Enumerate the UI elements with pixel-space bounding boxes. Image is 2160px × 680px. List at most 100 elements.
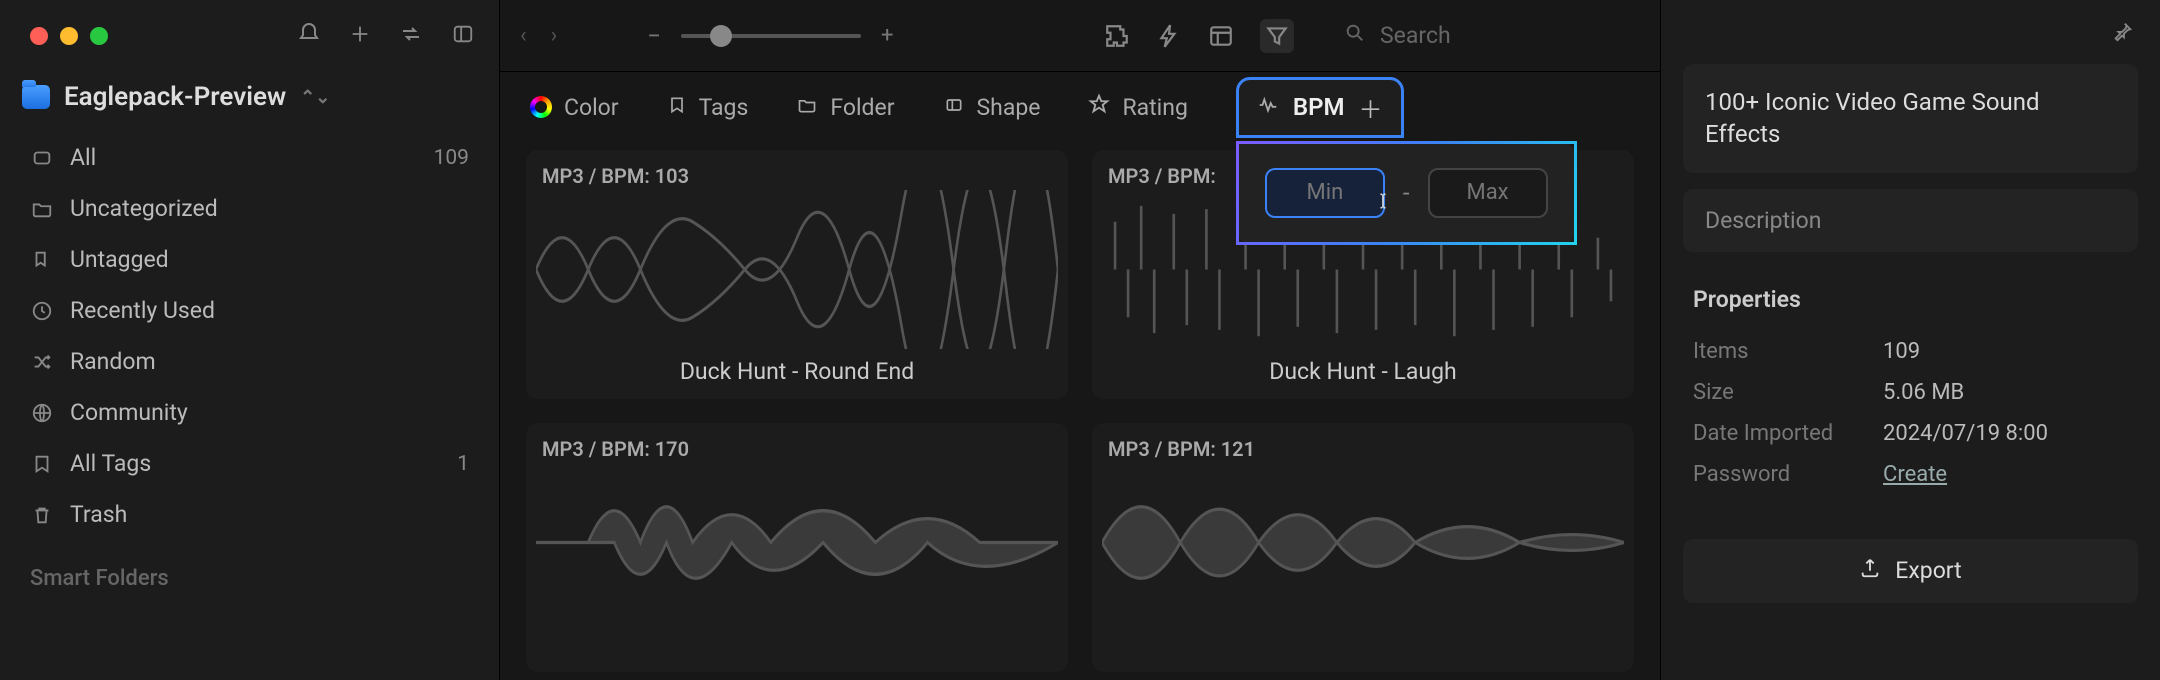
- export-button[interactable]: Export: [1683, 539, 2138, 603]
- lightning-icon[interactable]: [1156, 23, 1182, 49]
- range-dash: -: [1403, 179, 1410, 207]
- sidebar-item-label: Recently Used: [70, 297, 215, 324]
- sidebar-item-label: Community: [70, 399, 188, 426]
- trash-icon: [30, 504, 54, 526]
- library-selector[interactable]: Eaglepack-Preview ⌃⌄: [22, 82, 477, 112]
- shape-icon: [943, 94, 965, 121]
- add-filter-icon[interactable]: ＋: [1359, 90, 1383, 125]
- window-controls: [0, 16, 499, 56]
- waveform-preview: [536, 190, 1058, 349]
- minimize-window-button[interactable]: [60, 27, 78, 45]
- fullscreen-window-button[interactable]: [90, 27, 108, 45]
- asset-card[interactable]: MP3 / BPM: 121: [1092, 423, 1634, 672]
- top-toolbar: ‹ › − + Search: [500, 0, 1660, 72]
- property-row-date: Date Imported 2024/07/19 8:00: [1693, 413, 2128, 454]
- notifications-icon[interactable]: [297, 22, 321, 50]
- asset-title: Duck Hunt - Laugh: [1092, 358, 1634, 385]
- sidebar-item-community[interactable]: Community: [14, 387, 485, 438]
- close-window-button[interactable]: [30, 27, 48, 45]
- shuffle-icon: [30, 351, 54, 373]
- asset-card[interactable]: MP3 / BPM: 103 Duck Hunt - Round End: [526, 150, 1068, 399]
- zoom-out-button[interactable]: −: [647, 22, 661, 50]
- export-label: Export: [1895, 557, 1961, 584]
- sidebar-item-label: Uncategorized: [70, 195, 218, 222]
- sidebar-item-label: Trash: [70, 501, 127, 528]
- filter-folder[interactable]: Folder: [796, 94, 894, 121]
- bpm-max-input[interactable]: [1428, 168, 1548, 218]
- folder-icon: [796, 94, 818, 121]
- bpm-filter-popover: -: [1236, 141, 1577, 245]
- zoom-thumb[interactable]: [710, 25, 732, 47]
- sidebar-nav: All 109 Uncategorized Untagged Recently …: [0, 132, 499, 540]
- sidebar-item-alltags[interactable]: All Tags 1: [14, 438, 485, 489]
- asset-card[interactable]: MP3 / BPM: 170: [526, 423, 1068, 672]
- filter-bpm-active[interactable]: BPM ＋: [1236, 77, 1404, 138]
- sidebar-item-all[interactable]: All 109: [14, 132, 485, 183]
- sidebar-item-uncategorized[interactable]: Uncategorized: [14, 183, 485, 234]
- export-icon: [1859, 557, 1881, 585]
- bookmark-icon: [30, 453, 54, 475]
- asset-badge: MP3 / BPM:: [1108, 164, 1216, 188]
- library-name: Eaglepack-Preview: [64, 82, 286, 112]
- globe-icon: [30, 402, 54, 424]
- waveform-preview: [536, 463, 1058, 622]
- all-icon: [30, 147, 54, 169]
- nav-forward-button[interactable]: ›: [551, 23, 558, 48]
- library-folder-icon: [22, 85, 50, 109]
- sidebar-item-count: 109: [434, 146, 469, 170]
- waveform-icon: [1257, 94, 1279, 120]
- add-icon[interactable]: [349, 23, 371, 49]
- sidebar-item-label: Random: [70, 348, 156, 375]
- filter-tags[interactable]: Tags: [667, 94, 749, 121]
- asset-collection-title[interactable]: 100+ Iconic Video Game Sound Effects: [1683, 64, 2138, 173]
- sidebar-toggle-icon[interactable]: [451, 23, 475, 49]
- description-field[interactable]: Description: [1683, 189, 2138, 252]
- sidebar-item-random[interactable]: Random: [14, 336, 485, 387]
- zoom-slider[interactable]: [681, 34, 861, 38]
- color-ring-icon: [530, 96, 552, 118]
- pin-icon[interactable]: [2112, 20, 2134, 46]
- filter-color[interactable]: Color: [530, 94, 619, 121]
- sidebar-item-untagged[interactable]: Untagged: [14, 234, 485, 285]
- property-row-password: Password Create: [1693, 454, 2128, 495]
- sidebar: Eaglepack-Preview ⌃⌄ All 109 Uncategoriz…: [0, 0, 500, 680]
- chevron-updown-icon: ⌃⌄: [300, 87, 330, 108]
- folder-icon: [30, 198, 54, 220]
- main-content: ‹ › − + Search Color Tags: [500, 0, 1660, 680]
- bookmark-icon: [667, 94, 687, 121]
- sidebar-item-label: Untagged: [70, 246, 169, 273]
- bpm-min-input[interactable]: [1265, 168, 1385, 218]
- nav-back-button[interactable]: ‹: [520, 23, 527, 48]
- zoom-control: − +: [647, 22, 893, 50]
- asset-badge: MP3 / BPM: 103: [542, 164, 689, 188]
- clock-icon: [30, 300, 54, 322]
- waveform-preview: [1102, 463, 1624, 622]
- search-icon: [1344, 22, 1366, 50]
- properties-section: Properties Items 109 Size 5.06 MB Date I…: [1661, 260, 2160, 521]
- tag-icon: [30, 249, 54, 271]
- asset-title: Duck Hunt - Round End: [526, 358, 1068, 385]
- search-placeholder: Search: [1380, 22, 1451, 49]
- properties-heading: Properties: [1693, 286, 2128, 313]
- filter-rating[interactable]: Rating: [1088, 93, 1187, 121]
- sidebar-item-label: All: [70, 144, 96, 171]
- inspector-panel: 100+ Iconic Video Game Sound Effects Des…: [1660, 0, 2160, 680]
- sidebar-item-trash[interactable]: Trash: [14, 489, 485, 540]
- sync-icon[interactable]: [399, 22, 423, 50]
- smart-folders-header[interactable]: Smart Folders: [0, 540, 499, 599]
- layout-icon[interactable]: [1208, 23, 1234, 49]
- sidebar-item-recent[interactable]: Recently Used: [14, 285, 485, 336]
- sidebar-item-label: All Tags: [70, 450, 151, 477]
- zoom-in-button[interactable]: +: [881, 23, 893, 48]
- asset-badge: MP3 / BPM: 170: [542, 437, 689, 461]
- property-row-items: Items 109: [1693, 331, 2128, 372]
- star-icon: [1088, 93, 1110, 121]
- extension-icon[interactable]: [1104, 23, 1130, 49]
- asset-badge: MP3 / BPM: 121: [1108, 437, 1255, 461]
- filter-bar: Color Tags Folder Shape Rating BPM ＋: [500, 72, 1660, 142]
- create-password-link[interactable]: Create: [1883, 462, 1947, 487]
- filter-icon[interactable]: [1260, 19, 1294, 53]
- filter-shape[interactable]: Shape: [943, 94, 1041, 121]
- search-bar[interactable]: Search: [1330, 14, 1640, 58]
- property-row-size: Size 5.06 MB: [1693, 372, 2128, 413]
